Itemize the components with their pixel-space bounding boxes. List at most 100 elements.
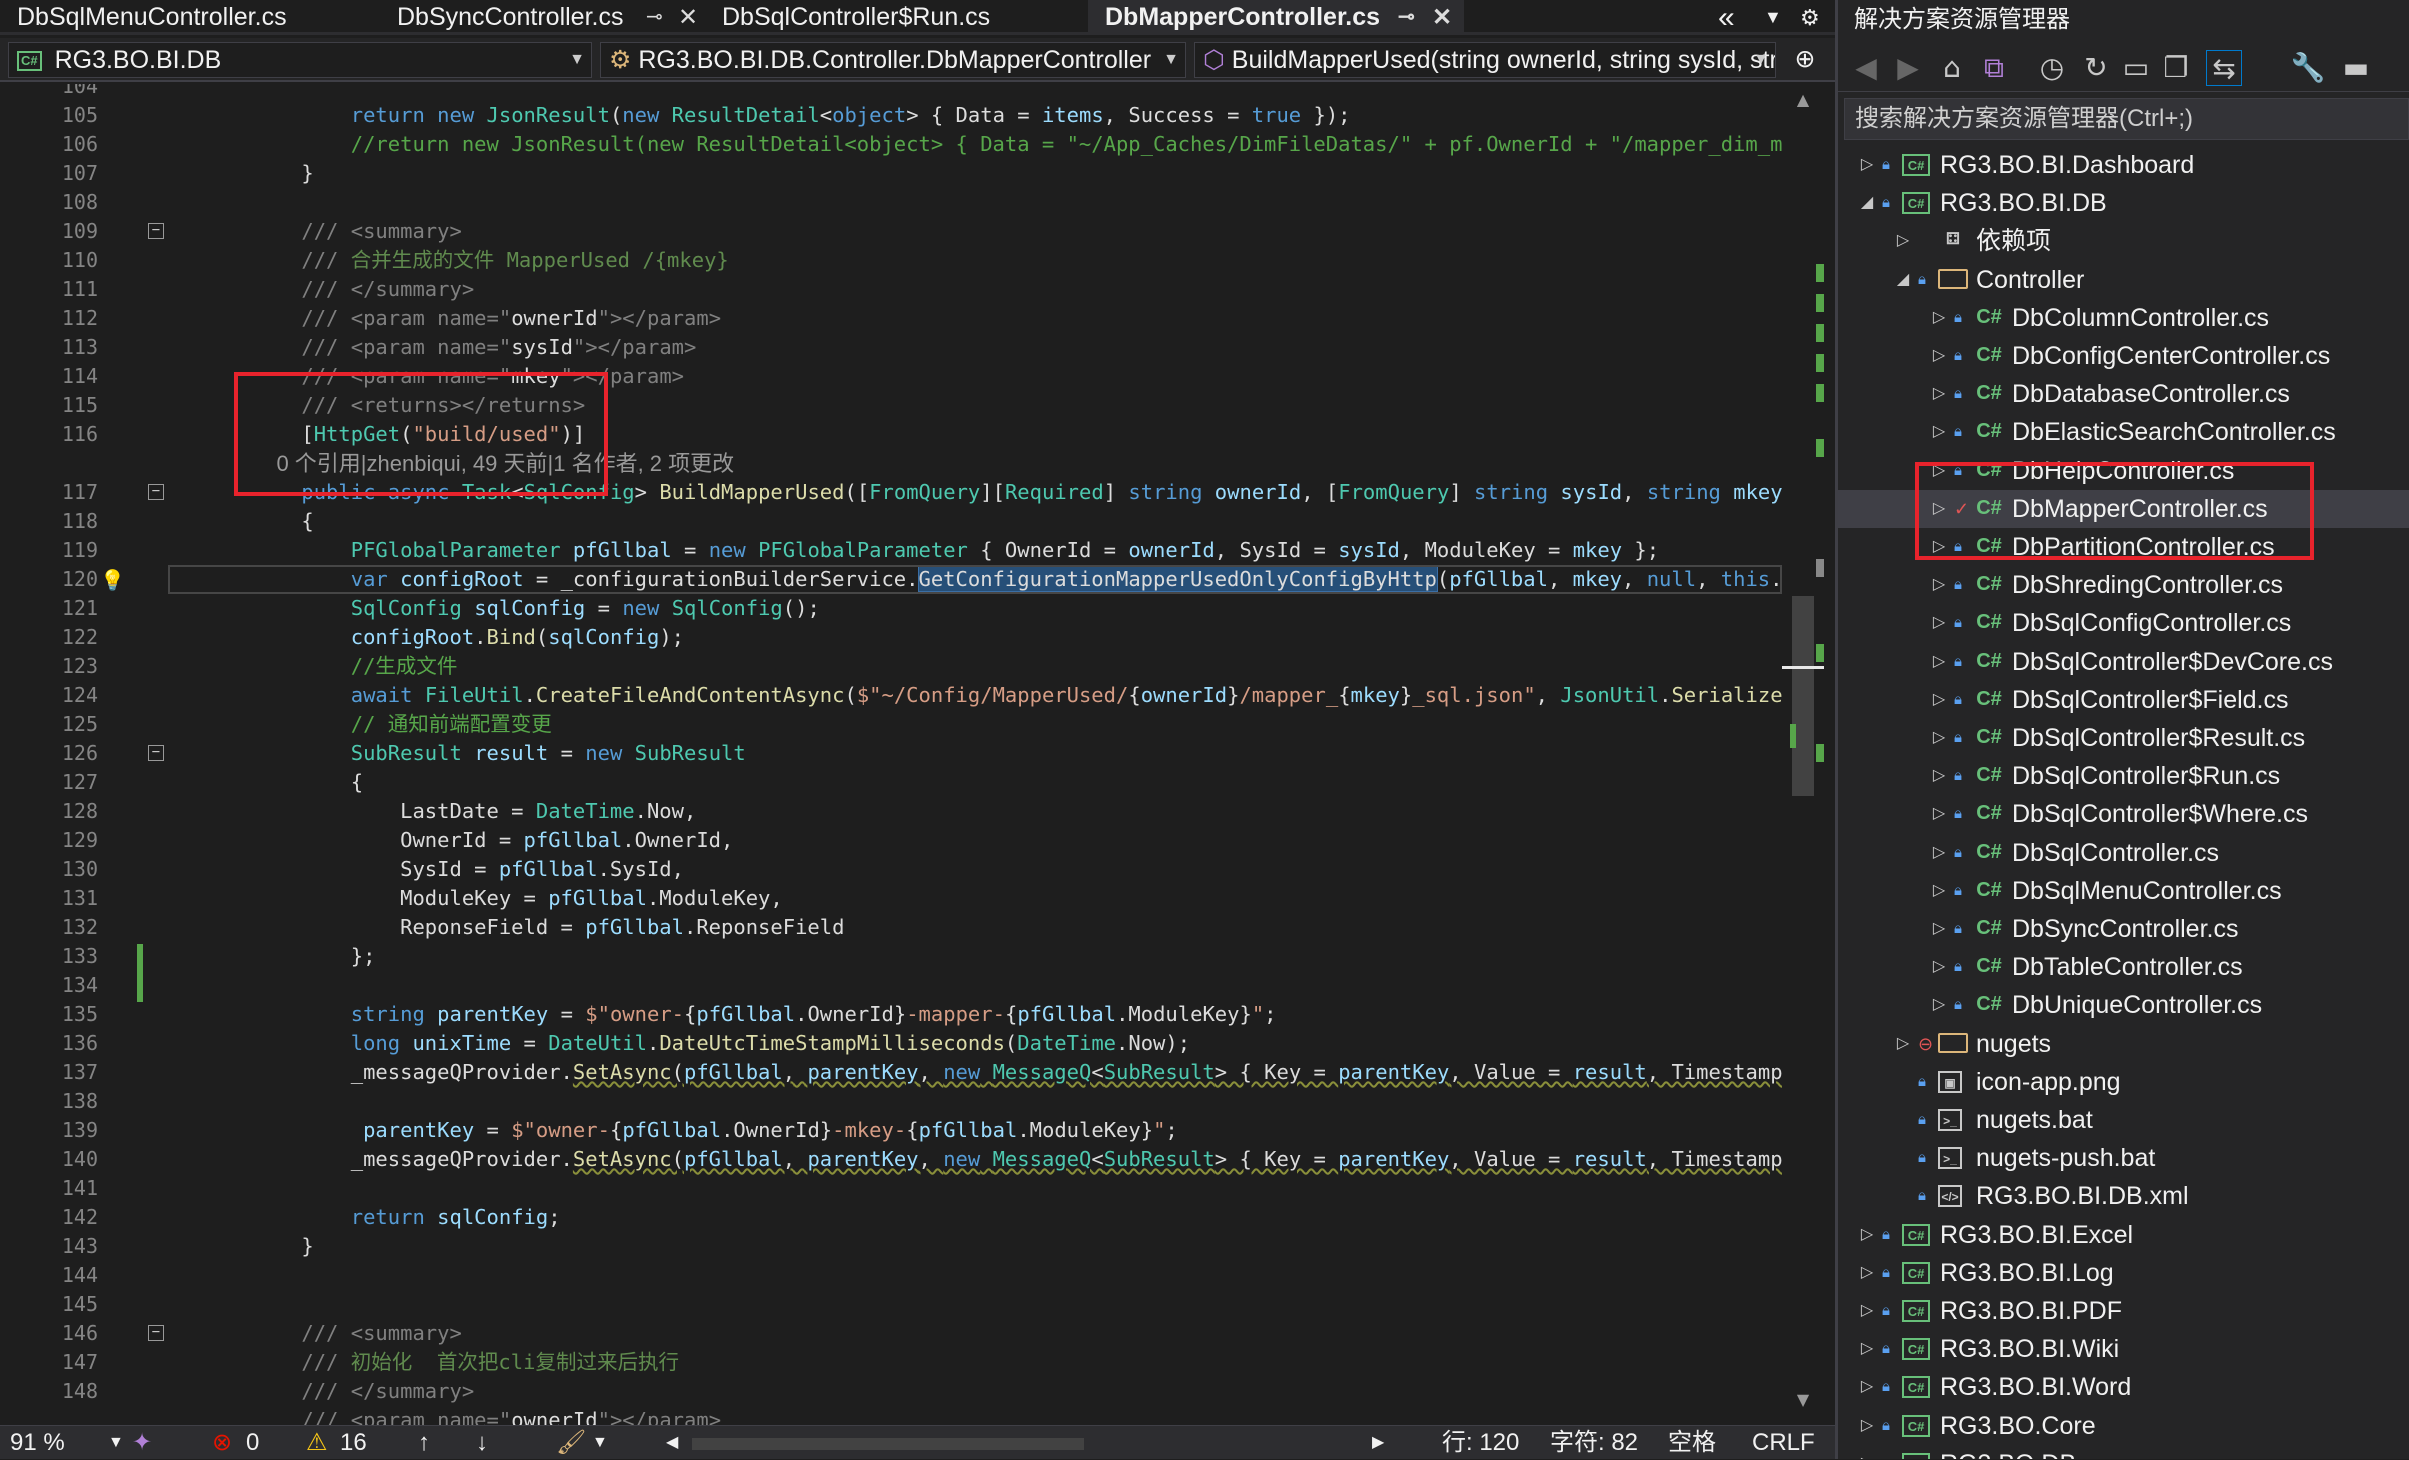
expand-arrow-icon[interactable]: ▷	[1894, 222, 1912, 260]
expand-arrow-icon[interactable]: ▷	[1930, 986, 1948, 1024]
code-line[interactable]: }	[252, 1232, 313, 1261]
code-line[interactable]: parentKey = $"owner-{pfGllbal.OwnerId}-m…	[252, 1116, 1178, 1145]
expand-arrow-icon[interactable]: ▷	[1930, 566, 1948, 604]
collapse-arrow-icon[interactable]: ◢	[1858, 184, 1876, 222]
fold-toggle-icon[interactable]: −	[148, 1325, 164, 1341]
more-icon[interactable]: ▬	[2338, 50, 2374, 86]
expand-arrow-icon[interactable]: ▷	[1930, 910, 1948, 948]
code-line[interactable]: /// </summary>	[252, 275, 474, 304]
settings-icon[interactable]: ⚙	[1800, 0, 1820, 35]
expand-arrow-icon[interactable]: ▷	[1930, 948, 1948, 986]
back-icon[interactable]: ◀	[1848, 50, 1884, 86]
copilot-icon[interactable]: ✦	[132, 1426, 152, 1460]
code-line[interactable]: }	[252, 159, 313, 188]
tree-item-dbtablecontroller-cs[interactable]: ▷ 🔒︎ C# DbTableController.cs	[1838, 948, 2409, 986]
code-line[interactable]: _messageQProvider.SetAsync(pfGllbal, par…	[252, 1058, 1782, 1087]
tree-item-dbelasticsearchcontroller-cs[interactable]: ▷ 🔒︎ C# DbElasticSearchController.cs	[1838, 413, 2409, 451]
tree-item-dbsqlcontroller-field-cs[interactable]: ▷ 🔒︎ C# DbSqlController$Field.cs	[1838, 681, 2409, 719]
code-line[interactable]: /// <summary>	[252, 217, 461, 246]
code-line[interactable]: };	[252, 942, 376, 971]
code-line[interactable]: SqlConfig sqlConfig = new SqlConfig();	[252, 594, 820, 623]
expand-arrow-icon[interactable]: ▷	[1930, 413, 1948, 451]
member-dropdown[interactable]: ⬡ BuildMapperUsed(string ownerId, string…	[1194, 42, 1776, 78]
tree-item-dbcolumncontroller-cs[interactable]: ▷ 🔒︎ C# DbColumnController.cs	[1838, 299, 2409, 337]
expand-arrow-icon[interactable]: ▷	[1930, 643, 1948, 681]
expand-arrow-icon[interactable]: ▷	[1858, 1407, 1876, 1445]
properties-icon[interactable]: 🔧	[2290, 50, 2326, 86]
expand-arrow-icon[interactable]: ▷	[1858, 1216, 1876, 1254]
tree-item-[interactable]: ▷ ⚃ 依赖项	[1838, 222, 2409, 260]
code-line[interactable]: ReponseField = pfGllbal.ReponseField	[252, 913, 844, 942]
tree-item-dbsqlcontroller-run-cs[interactable]: ▷ 🔒︎ C# DbSqlController$Run.cs	[1838, 757, 2409, 795]
whitespace-indicator[interactable]: 空格	[1668, 1426, 1716, 1460]
code-line[interactable]: SubResult result = new SubResult	[252, 739, 746, 768]
chevron-down-icon[interactable]: ▼	[108, 1426, 124, 1460]
lightbulb-icon[interactable]: 💡	[100, 568, 125, 592]
error-icon[interactable]: ⊗	[212, 1426, 232, 1460]
expand-arrow-icon[interactable]: ▷	[1930, 604, 1948, 642]
fold-toggle-icon[interactable]: −	[148, 484, 164, 500]
tree-item-controller[interactable]: ◢ 🔒︎ Controller	[1838, 261, 2409, 299]
expand-arrow-icon[interactable]: ▷	[1930, 681, 1948, 719]
code-area[interactable]: return new JsonResult(new ResultDetail<o…	[252, 84, 1782, 1425]
expand-arrow-icon[interactable]: ▷	[1858, 1292, 1876, 1330]
pending-changes-icon[interactable]: ◷	[2034, 50, 2070, 86]
sync-icon[interactable]: ↻	[2078, 50, 2114, 86]
code-line[interactable]: string parentKey = $"owner-{pfGllbal.Own…	[252, 1000, 1277, 1029]
forward-icon[interactable]: ▶	[1890, 50, 1926, 86]
line-ending-indicator[interactable]: CRLF	[1752, 1426, 1815, 1460]
tree-item-rg3-bo-bi-log[interactable]: ▷ 🔒︎ C# RG3.BO.BI.Log	[1838, 1254, 2409, 1292]
error-count[interactable]: 0	[246, 1426, 259, 1460]
switch-views-icon[interactable]: ⧉	[1976, 50, 2012, 86]
scroll-up-icon[interactable]: ▲	[1792, 90, 1814, 109]
code-line[interactable]: /// 初始化 首次把cli复制过来后执行	[252, 1348, 679, 1377]
tree-item-dbsqlcontroller-cs[interactable]: ▷ 🔒︎ C# DbSqlController.cs	[1838, 834, 2409, 872]
scrollbar-thumb[interactable]	[1792, 596, 1814, 796]
expand-arrow-icon[interactable]: ▷	[1930, 337, 1948, 375]
tab-dbmappercontroller[interactable]: DbMapperController.cs ⊸ ✕	[1088, 0, 1464, 35]
collapse-arrow-icon[interactable]: ◢	[1894, 261, 1912, 299]
project-dropdown[interactable]: C# RG3.BO.BI.DB ▼	[8, 42, 592, 78]
tree-item-dbsynccontroller-cs[interactable]: ▷ 🔒︎ C# DbSyncController.cs	[1838, 910, 2409, 948]
code-line[interactable]: {	[252, 507, 313, 536]
expand-arrow-icon[interactable]: ▷	[1930, 795, 1948, 833]
fold-toggle-icon[interactable]: −	[148, 223, 164, 239]
code-editor[interactable]: 104 105 106 107 108 109 110 111 112 113 114 115 116 1…	[0, 84, 1835, 1425]
code-line[interactable]: _messageQProvider.SetAsync(pfGllbal, par…	[252, 1145, 1782, 1174]
show-all-files-icon[interactable]: ❐	[2158, 50, 2194, 86]
tree-item-rg3-bo-db[interactable]: ▷ 🔒︎ C# RG3.BO.DB	[1838, 1445, 2409, 1459]
code-line[interactable]: //生成文件	[252, 652, 458, 681]
code-line[interactable]: PFGlobalParameter pfGllbal = new PFGloba…	[252, 536, 1659, 565]
tree-item-icon-app-png[interactable]: 🔒︎ ▣ icon-app.png	[1838, 1063, 2409, 1101]
code-line[interactable]: SysId = pfGllbal.SysId,	[252, 855, 684, 884]
code-line[interactable]: configRoot.Bind(sqlConfig);	[252, 623, 684, 652]
tree-item-dbuniquecontroller-cs[interactable]: ▷ 🔒︎ C# DbUniqueController.cs	[1838, 986, 2409, 1024]
tree-item-dbdatabasecontroller-cs[interactable]: ▷ 🔒︎ C# DbDatabaseController.cs	[1838, 375, 2409, 413]
expand-arrow-icon[interactable]: ▷	[1930, 375, 1948, 413]
expand-arrow-icon[interactable]: ▷	[1858, 146, 1876, 184]
close-icon[interactable]: ✕	[1432, 0, 1452, 35]
code-line[interactable]: /// <param name="sysId"></param>	[252, 333, 696, 362]
tree-item-rg3-bo-bi-excel[interactable]: ▷ 🔒︎ C# RG3.BO.BI.Excel	[1838, 1216, 2409, 1254]
code-line[interactable]: long unixTime = DateUtil.DateUtcTimeStam…	[252, 1029, 1190, 1058]
tree-item-dbconfigcentercontroller-cs[interactable]: ▷ 🔒︎ C# DbConfigCenterController.cs	[1838, 337, 2409, 375]
tab-dbsynccontroller[interactable]: DbSyncController.cs ⊸ ✕	[380, 0, 705, 35]
scroll-right-icon[interactable]: ▶	[1372, 1426, 1384, 1460]
expand-arrow-icon[interactable]: ▷	[1930, 719, 1948, 757]
code-line[interactable]: /// <param name="ownerId"></param>	[252, 304, 721, 333]
code-line[interactable]: ModuleKey = pfGllbal.ModuleKey,	[252, 884, 783, 913]
expand-arrow-icon[interactable]: ▷	[1858, 1368, 1876, 1406]
expand-arrow-icon[interactable]: ▷	[1858, 1445, 1876, 1459]
split-editor-icon[interactable]: ⊕	[1784, 42, 1826, 78]
tree-item-nugets-push-bat[interactable]: 🔒︎ >_ nugets-push.bat	[1838, 1139, 2409, 1177]
code-line[interactable]: // 通知前端配置变更	[252, 710, 552, 739]
tree-item-rg3-bo-core[interactable]: ▷ 🔒︎ C# RG3.BO.Core	[1838, 1407, 2409, 1445]
home-icon[interactable]: ⌂	[1934, 50, 1970, 86]
code-line[interactable]: return sqlConfig;	[252, 1203, 561, 1232]
tree-item-dbsqlconfigcontroller-cs[interactable]: ▷ 🔒︎ C# DbSqlConfigController.cs	[1838, 604, 2409, 642]
tree-item-dbsqlcontroller-result-cs[interactable]: ▷ 🔒︎ C# DbSqlController$Result.cs	[1838, 719, 2409, 757]
tree-item-dbsqlcontroller-devcore-cs[interactable]: ▷ 🔒︎ C# DbSqlController$DevCore.cs	[1838, 643, 2409, 681]
tab-dbsqlmenucontroller[interactable]: DbSqlMenuController.cs	[0, 0, 380, 35]
expand-arrow-icon[interactable]: ▷	[1930, 757, 1948, 795]
code-line[interactable]: await FileUtil.CreateFileAndContentAsync…	[252, 681, 1782, 710]
